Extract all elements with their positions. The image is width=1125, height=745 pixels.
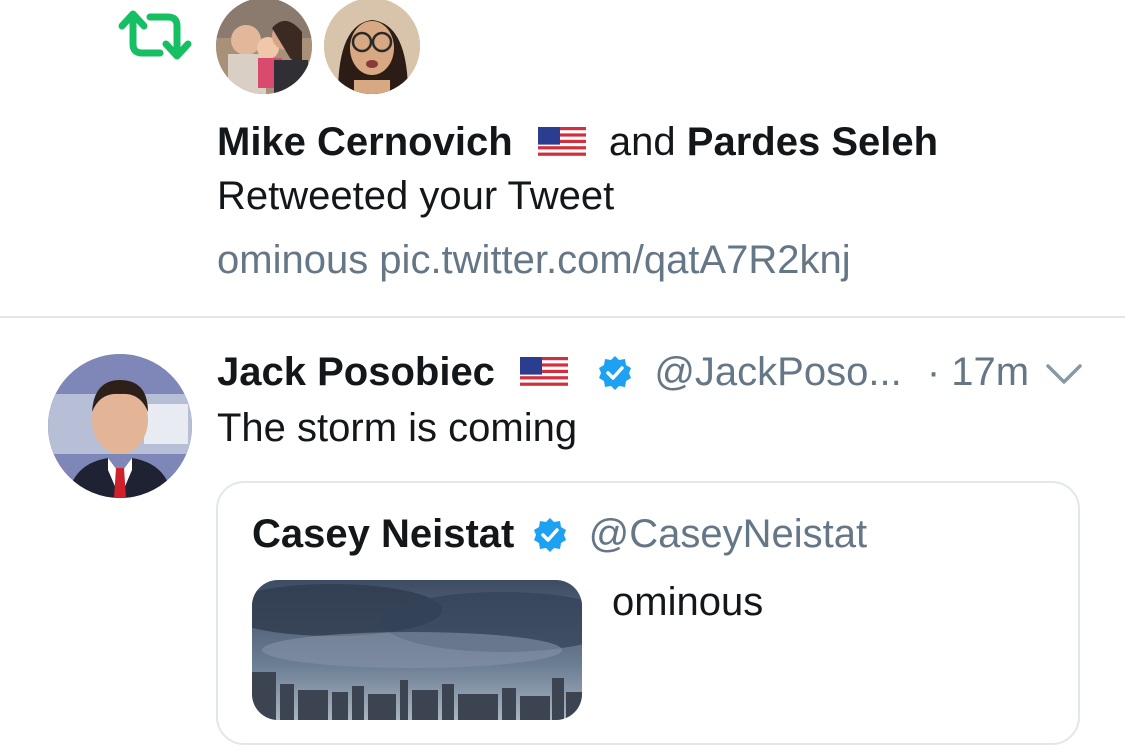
avatar[interactable]: [48, 354, 192, 498]
divider: [0, 316, 1125, 318]
chevron-down-icon[interactable]: [1044, 358, 1084, 388]
avatar[interactable]: [324, 0, 420, 94]
quoted-author-handle[interactable]: @CaseyNeistat: [589, 512, 867, 556]
retweet-notification-title: Mike Cernovich and Pardes Seleh: [217, 118, 938, 166]
verified-badge-icon: [533, 518, 566, 552]
us-flag-icon: [520, 357, 569, 389]
tweet-author-handle[interactable]: @JackPoso...: [654, 350, 901, 394]
tweet-text: The storm is coming: [217, 406, 578, 450]
retweeter-name[interactable]: Pardes Seleh: [687, 120, 938, 164]
quoted-tweet-header: Casey Neistat @CaseyNeistat: [252, 508, 867, 560]
us-flag-icon: [537, 127, 586, 159]
tweet-author-name[interactable]: Jack Posobiec: [217, 350, 495, 394]
tweet-timestamp[interactable]: · 17m: [927, 350, 1029, 394]
tweet-preview[interactable]: ominous pic.twitter.com/qatA7R2knj: [217, 236, 851, 284]
quoted-author-name[interactable]: Casey Neistat: [252, 512, 514, 556]
quoted-tweet-image[interactable]: [252, 580, 582, 720]
connector-text: and: [608, 120, 676, 164]
tweet-header: Jack Posobiec @JackPoso... · 17m: [217, 346, 1029, 398]
retweeter-name[interactable]: Mike Cernovich: [217, 120, 513, 164]
verified-badge-icon: [599, 356, 632, 390]
retweet-icon: [118, 10, 192, 60]
notification-action: Retweeted your Tweet: [217, 174, 615, 218]
avatar[interactable]: [216, 0, 312, 94]
quoted-tweet-text: ominous: [612, 580, 764, 624]
